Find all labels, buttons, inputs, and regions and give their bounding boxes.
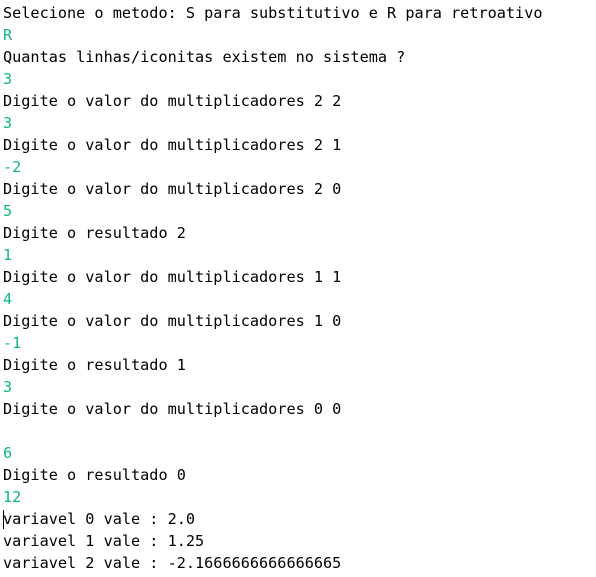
user-input-line: 6 bbox=[3, 444, 13, 462]
user-input-line: -1 bbox=[3, 334, 22, 352]
text-cursor bbox=[3, 510, 4, 529]
output-line: Quantas linhas/iconitas existem no siste… bbox=[3, 48, 406, 66]
output-line: variavel 1 vale : 1.25 bbox=[3, 532, 205, 550]
user-input-line: 5 bbox=[3, 202, 13, 220]
user-input-line: 3 bbox=[3, 70, 13, 88]
output-line: Digite o resultado 1 bbox=[3, 356, 186, 374]
output-line: Digite o resultado 0 bbox=[3, 466, 186, 484]
user-input-line: 3 bbox=[3, 378, 13, 396]
console-output[interactable]: Selecione o metodo: S para substitutivo … bbox=[0, 0, 596, 577]
user-input-line: -2 bbox=[3, 158, 22, 176]
output-line: Digite o resultado 2 bbox=[3, 224, 186, 242]
user-input-line: 12 bbox=[3, 488, 22, 506]
user-input-line: R bbox=[3, 26, 13, 44]
user-input-line: 4 bbox=[3, 290, 13, 308]
output-line: variavel 2 vale : -2.1666666666666665 bbox=[3, 554, 342, 572]
user-input-line: 1 bbox=[3, 246, 13, 264]
output-line: Digite o valor do multiplicadores 0 0 bbox=[3, 400, 342, 418]
user-input-line: 3 bbox=[3, 114, 13, 132]
output-line: Digite o valor do multiplicadores 2 0 bbox=[3, 180, 342, 198]
output-line: variavel 0 vale : 2.0 bbox=[3, 510, 196, 528]
output-line: Digite o valor do multiplicadores 1 1 bbox=[3, 268, 342, 286]
output-line: Selecione o metodo: S para substitutivo … bbox=[3, 4, 543, 22]
output-line: Digite o valor do multiplicadores 1 0 bbox=[3, 312, 342, 330]
output-line: Digite o valor do multiplicadores 2 2 bbox=[3, 92, 342, 110]
output-line: Digite o valor do multiplicadores 2 1 bbox=[3, 136, 342, 154]
